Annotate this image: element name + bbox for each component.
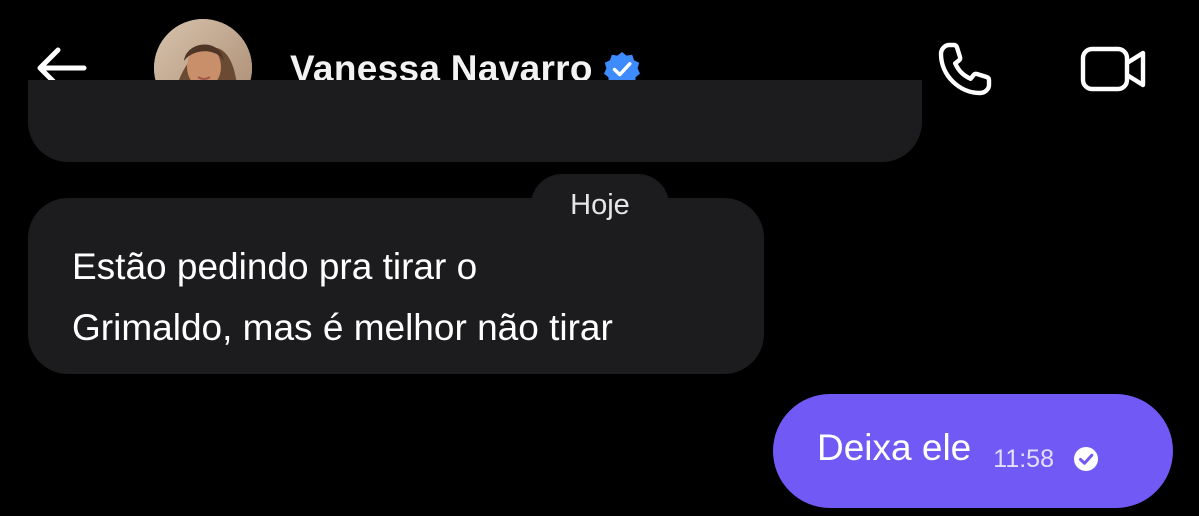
voice-call-button[interactable] [933, 38, 997, 100]
message-timestamp: 11:58 [993, 444, 1054, 473]
incoming-message-text: Estão pedindo pra tirar o Grimaldo, mas … [72, 246, 613, 348]
outgoing-message-bubble[interactable]: Deixa ele 11:58 [773, 394, 1173, 508]
video-camera-icon [1080, 46, 1146, 92]
phone-icon [938, 42, 992, 96]
previous-message-bubble [28, 80, 922, 162]
outgoing-message-text: Deixa ele [817, 427, 972, 468]
read-check-icon [1072, 445, 1100, 473]
video-call-button[interactable] [1078, 40, 1150, 98]
date-separator: Hoje [531, 174, 669, 236]
